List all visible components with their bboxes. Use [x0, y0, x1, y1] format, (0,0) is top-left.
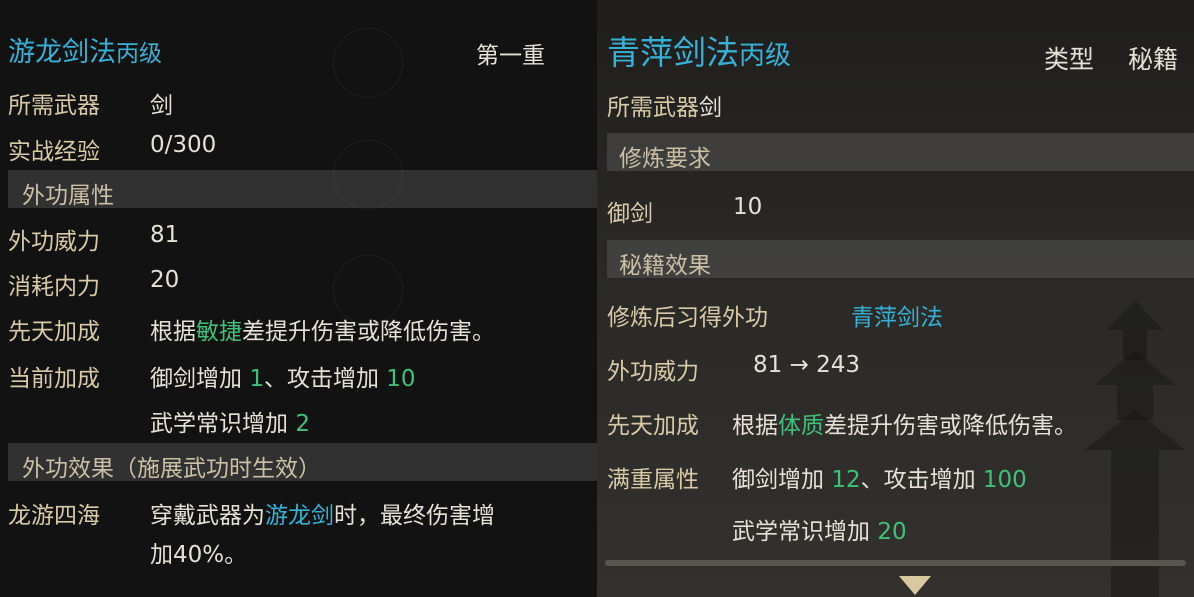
effect-post: 时，最终伤害增 — [334, 503, 495, 529]
section-header-requirement: 修炼要求 — [607, 133, 1194, 172]
weapon-value: 剑 — [150, 93, 173, 119]
skill-title: 游龙剑法丙级 — [8, 30, 162, 69]
type-label: 类型 — [1044, 45, 1095, 74]
effect-name: 龙游四海 — [8, 503, 100, 529]
bonus-a-text: 御剑增加 — [150, 366, 250, 392]
effect-text-line1: 穿戴武器为游龙剑时，最终伤害增 — [150, 496, 495, 530]
innate-post: 差提升伤害或降低伤害。 — [242, 319, 495, 345]
bonus-a-value: 12 — [831, 467, 861, 493]
left-skill-panel: 游龙剑法丙级 第一重 所需武器 剑 实战经验 0/300 外功属性 外功威力 8… — [0, 0, 597, 597]
exp-value: 0/300 — [150, 132, 217, 158]
innate-attribute: 体质 — [778, 413, 824, 439]
section-title: 外功属性 — [22, 183, 114, 209]
current-bonus-label: 当前加成 — [8, 366, 100, 392]
book-title: 青萍剑法丙级 — [607, 26, 791, 74]
learn-value: 青萍剑法 — [851, 305, 943, 331]
book-name: 青萍剑法 — [607, 33, 739, 72]
bonus-c-text: 武学常识增加 — [732, 519, 878, 545]
bonus-c-value: 2 — [295, 411, 310, 437]
innate-pre: 根据 — [150, 319, 196, 345]
innate-post: 差提升伤害或降低伤害。 — [824, 413, 1077, 439]
book-grade: 丙级 — [739, 41, 792, 71]
pagoda-silhouette — [1085, 300, 1185, 597]
bonus-c-text: 武学常识增加 — [150, 411, 296, 437]
cost-value: 20 — [150, 267, 180, 293]
bonus-a-text: 御剑增加 — [732, 467, 832, 493]
bonus-b-value: 100 — [982, 467, 1027, 493]
section-header-effect: 外功效果（施展武功时生效） — [8, 443, 597, 482]
effect-weapon: 游龙剑 — [265, 503, 334, 529]
exp-label: 实战经验 — [8, 139, 100, 165]
learn-label: 修炼后习得外功 — [607, 305, 768, 331]
weapon-label-text: 所需武器 — [607, 95, 699, 121]
bonus-c-value: 20 — [877, 519, 907, 545]
innate-attribute: 敏捷 — [196, 319, 242, 345]
effect-pre: 穿戴武器为 — [150, 503, 265, 529]
power-label: 外功威力 — [607, 359, 699, 385]
section-header-effect: 秘籍效果 — [607, 240, 1194, 279]
req-value: 10 — [733, 194, 763, 220]
bonus-b-text: 、攻击增加 — [263, 366, 387, 392]
section-title: 修炼要求 — [619, 146, 711, 172]
skill-grade: 丙级 — [116, 41, 162, 67]
scroll-down-arrow-icon[interactable] — [897, 574, 933, 597]
innate-text: 根据敏捷差提升伤害或降低伤害。 — [150, 312, 495, 346]
effect-text-line2: 加40%。 — [150, 542, 248, 568]
innate-pre: 根据 — [732, 413, 778, 439]
full-bonus-label: 满重属性 — [607, 467, 699, 493]
scrollbar[interactable] — [605, 560, 1186, 566]
full-bonus-line1: 御剑增加 12、攻击增加 100 — [732, 460, 1027, 494]
type-value: 秘籍 — [1128, 45, 1179, 74]
power-value: 81 → 243 — [753, 352, 861, 378]
skill-name: 游龙剑法 — [8, 37, 116, 68]
bonus-b-text: 、攻击增加 — [860, 467, 983, 493]
bonus-b-value: 10 — [386, 366, 416, 392]
weapon-label: 所需武器 — [8, 93, 100, 119]
skill-level: 第一重 — [476, 43, 545, 69]
cost-label: 消耗内力 — [8, 274, 100, 300]
current-bonus-line1: 御剑增加 1、攻击增加 10 — [150, 359, 416, 393]
section-title: 外功效果（施展武功时生效） — [22, 456, 321, 482]
innate-label: 先天加成 — [8, 319, 100, 345]
innate-text: 根据体质差提升伤害或降低伤害。 — [732, 406, 1077, 440]
right-book-panel: 青萍剑法丙级 类型 秘籍 所需武器剑 修炼要求 御剑 10 秘籍效果 修炼后习得… — [597, 0, 1194, 597]
background-ornament — [333, 28, 403, 98]
section-header-attr: 外功属性 — [8, 170, 597, 209]
full-bonus-line2: 武学常识增加 20 — [732, 512, 907, 546]
power-label: 外功威力 — [8, 229, 100, 255]
bonus-a-value: 1 — [249, 366, 264, 392]
innate-label: 先天加成 — [607, 413, 699, 439]
current-bonus-line2: 武学常识增加 2 — [150, 404, 310, 438]
weapon-value: 剑 — [699, 95, 722, 121]
power-value: 81 — [150, 222, 180, 248]
section-title: 秘籍效果 — [619, 253, 711, 279]
weapon-label: 所需武器剑 — [607, 88, 722, 122]
req-label: 御剑 — [607, 201, 653, 227]
